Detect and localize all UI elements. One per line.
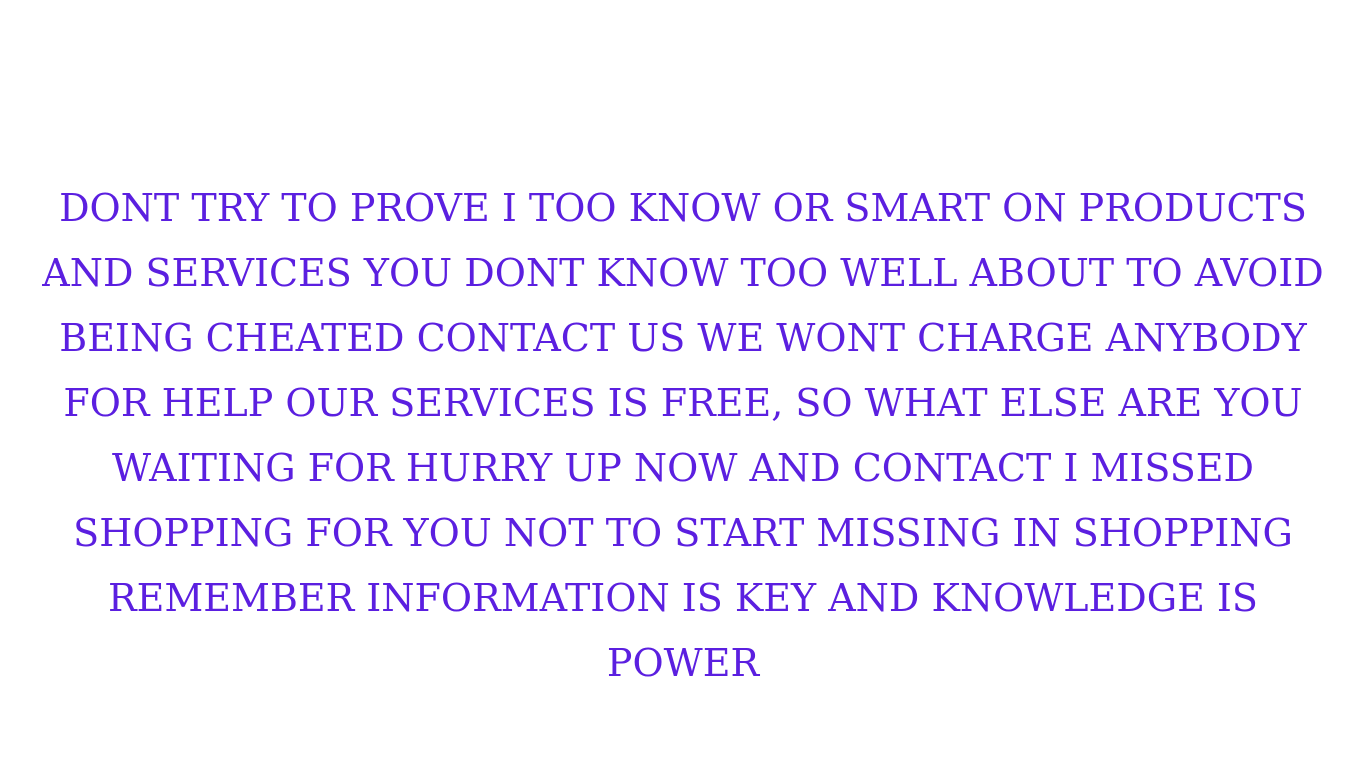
message-line: BEING CHEATED CONTACT US WE WONT CHARGE … [59, 316, 1307, 360]
message-line: FOR HELP OUR SERVICES IS FREE, SO WHAT E… [63, 381, 1303, 425]
message-text: DONT TRY TO PROVE I TOO KNOW OR SMART ON… [0, 176, 1366, 696]
canvas: DONT TRY TO PROVE I TOO KNOW OR SMART ON… [0, 0, 1366, 768]
message-line: WAITING FOR HURRY UP NOW AND CONTACT I M… [111, 446, 1254, 490]
message-line: REMEMBER INFORMATION IS KEY AND KNOWLEDG… [108, 576, 1258, 620]
message-line: SHOPPING FOR YOU NOT TO START MISSING IN… [73, 511, 1293, 555]
message-line: POWER [606, 641, 760, 685]
message-line: DONT TRY TO PROVE I TOO KNOW OR SMART ON… [59, 186, 1307, 230]
message-line: AND SERVICES YOU DONT KNOW TOO WELL ABOU… [42, 251, 1324, 295]
